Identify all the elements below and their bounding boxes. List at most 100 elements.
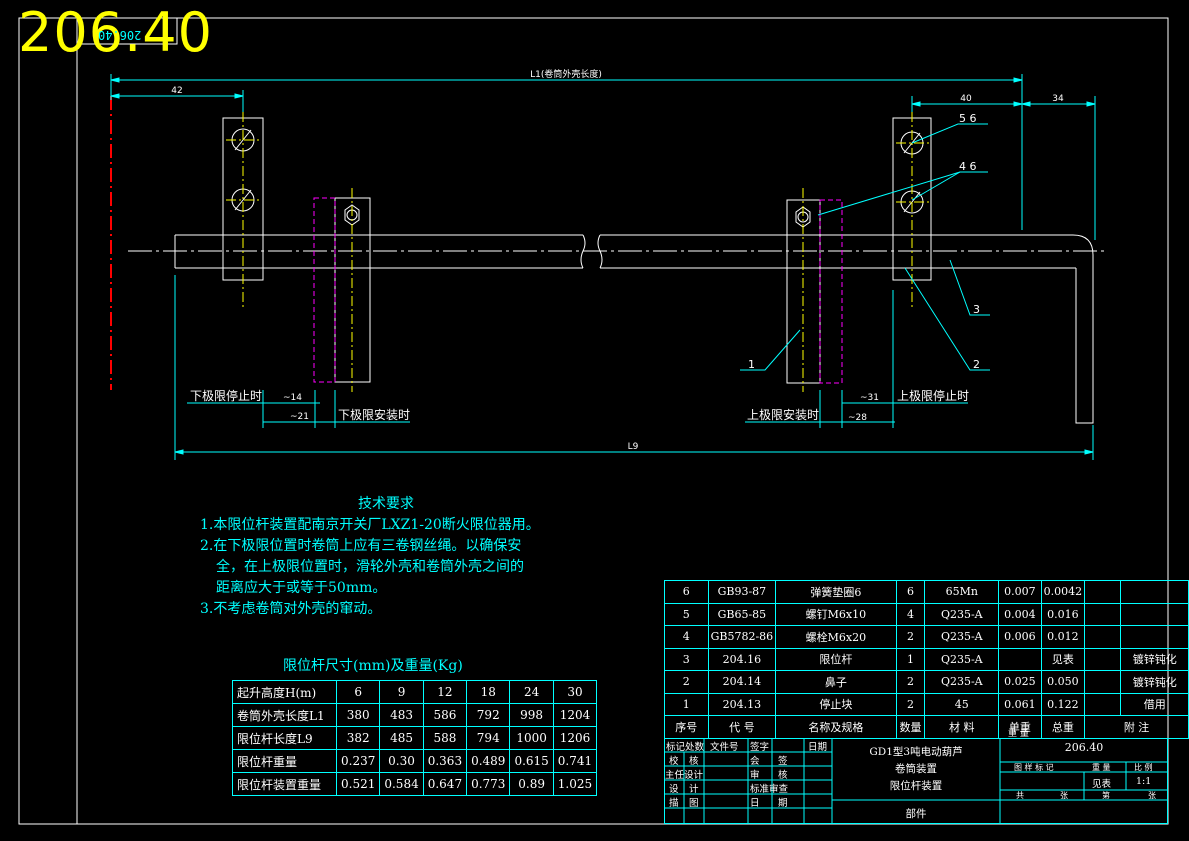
table-cell: 3 <box>664 647 709 671</box>
table-cell: 998 <box>509 703 554 727</box>
table-cell: 2 <box>664 670 709 694</box>
table-cell: 2 <box>895 670 926 694</box>
table-cell: 0.489 <box>466 749 511 773</box>
label-lower-stop: 下极限停止时 <box>190 388 262 403</box>
table-row: 4 GB5782-86 螺栓M6x20 2 Q235-A 0.006 0.012 <box>664 625 1189 649</box>
label-upper-stop: 上极限停止时 <box>897 388 969 403</box>
table-cell: Q235-A <box>924 647 1000 671</box>
dim-l9: L9 <box>628 442 639 452</box>
table-cell: 4 <box>664 625 709 649</box>
tb-places: 处数 <box>685 742 705 753</box>
table-cell <box>1084 625 1122 649</box>
tb-trace-b: 图 <box>689 798 699 809</box>
dimension-42-label: 42 <box>171 86 182 96</box>
size-table: 起升高度H(m) 6 9 12 18 24 30 卷筒外壳长度L1 380 48… <box>232 680 598 796</box>
table-cell: Q235-A <box>924 625 1000 649</box>
tb-std-review: 标准审查 <box>750 784 789 795</box>
tb-date2-b: 期 <box>778 798 788 809</box>
table-row: 5 GB65-85 螺钉M6x10 4 Q235-A 0.004 0.016 <box>664 602 1189 626</box>
dim-21-left: ~21 <box>290 412 309 422</box>
label-lower-install: 下极限安装时 <box>338 407 410 422</box>
table-row: 卷筒外壳长度L1 380 483 586 792 998 1204 <box>232 703 598 727</box>
left-hidden-outline <box>313 197 336 383</box>
table-cell: 5 <box>664 602 709 626</box>
left-stop-centerlines <box>226 112 260 308</box>
callout-2: 2 <box>973 358 980 371</box>
table-cell: 1 <box>895 647 926 671</box>
table-cell: 限位杆 <box>775 647 897 671</box>
table-row: 限位杆重量 0.237 0.30 0.363 0.489 0.615 0.741 <box>232 749 598 773</box>
note-2c: 距离应大于或等于50mm。 <box>216 580 387 596</box>
table-cell: 0.773 <box>466 772 511 796</box>
table-cell: 380 <box>335 703 381 727</box>
table-cell <box>1084 692 1122 716</box>
table-cell: 0.016 <box>1040 602 1086 626</box>
table-header: 代 号 <box>707 715 777 739</box>
table-cell <box>1084 670 1122 694</box>
technical-requirements: 技术要求 1.本限位杆装置配南京开关厂LXZ1-20断火限位器用。 2.在下极限… <box>200 494 600 620</box>
table-cell <box>1084 602 1122 626</box>
table-row: 1 204.13 停止块 2 45 0.061 0.122 借用 <box>664 692 1189 716</box>
table-header: 材 料 <box>924 715 1000 739</box>
table-cell: 限位杆装置重量 <box>232 772 337 796</box>
tb-product-line2: 卷筒装置 <box>895 763 937 775</box>
table-header: 数量 <box>895 715 926 739</box>
tb-drawing-no: 206.40 <box>1064 741 1104 754</box>
size-table-title: 限位杆尺寸(mm)及重量(Kg) <box>283 658 463 674</box>
table-cell: 6 <box>895 580 926 604</box>
table-cell: Q235-A <box>924 602 1000 626</box>
table-cell: 螺钉M6x10 <box>775 602 897 626</box>
table-cell: 0.521 <box>335 772 381 796</box>
tb-countersign-a: 会 <box>750 756 760 767</box>
table-cell: 1206 <box>552 726 598 750</box>
table-cell: 794 <box>466 726 511 750</box>
table-cell: 弹簧垫圈6 <box>775 580 897 604</box>
table-cell <box>1120 602 1189 626</box>
note-2b: 全，在上极限位置时，滑轮外壳和卷筒外壳之间的 <box>216 559 524 575</box>
table-cell: GB5782-86 <box>707 625 777 649</box>
table-cell: 0.584 <box>379 772 424 796</box>
table-cell: 0.122 <box>1040 692 1086 716</box>
table-cell: 螺栓M6x20 <box>775 625 897 649</box>
table-cell: 6 <box>335 680 381 704</box>
tb-design-a: 设 <box>669 784 679 795</box>
table-cell: 792 <box>466 703 511 727</box>
table-cell: 2 <box>895 625 926 649</box>
table-row: 限位杆长度L9 382 485 588 794 1000 1206 <box>232 726 598 750</box>
table-cell: 限位杆重量 <box>232 749 337 773</box>
table-cell: 限位杆长度L9 <box>232 726 337 750</box>
table-cell: 24 <box>509 680 554 704</box>
table-cell <box>1084 647 1122 671</box>
table-cell: 起升高度H(m) <box>232 680 337 704</box>
callout-1: 1 <box>748 358 755 371</box>
tb-stage-header: 图 样 标 记 <box>1014 763 1054 772</box>
tb-sheet-total: 共 <box>1016 791 1024 800</box>
table-cell: 204.14 <box>707 670 777 694</box>
tb-weight-value: 见表 <box>1092 779 1112 790</box>
table-cell: 镀锌钝化 <box>1120 670 1189 694</box>
table-cell <box>1084 580 1122 604</box>
table-cell: 0.061 <box>998 692 1042 716</box>
table-cell: 2 <box>895 692 926 716</box>
table-cell: 0.363 <box>422 749 468 773</box>
table-row: 起升高度H(m) 6 9 12 18 24 30 <box>232 680 598 704</box>
dimension-l1-label: L1(卷筒外壳长度) <box>530 68 602 80</box>
tb-scale-header: 比 例 <box>1134 763 1153 772</box>
note-3: 3.不考虑卷筒对外壳的窜动。 <box>200 601 382 617</box>
dimension-40-label: 40 <box>960 94 972 104</box>
parts-header-row: 序号 代 号 名称及规格 数量 材 料 单重 总重 附 注 <box>664 715 1189 739</box>
table-cell: 204.16 <box>707 647 777 671</box>
callout-5-6: 5 6 <box>959 112 977 125</box>
table-cell: 1.025 <box>552 772 598 796</box>
dimension-34-label: 34 <box>1052 94 1064 104</box>
table-cell: 0.30 <box>379 749 424 773</box>
table-row: 6 GB93-87 弹簧垫圈6 6 65Mn 0.007 0.0042 <box>664 580 1189 604</box>
table-cell: 12 <box>422 680 468 704</box>
tb-review-b: 核 <box>778 770 788 781</box>
note-1: 1.本限位杆装置配南京开关厂LXZ1-20断火限位器用。 <box>200 517 540 533</box>
table-cell: 借用 <box>1120 692 1189 716</box>
table-cell: 鼻子 <box>775 670 897 694</box>
table-cell: 卷筒外壳长度L1 <box>232 703 337 727</box>
table-cell: 停止块 <box>775 692 897 716</box>
tb-file-no: 文件号 <box>710 742 739 753</box>
